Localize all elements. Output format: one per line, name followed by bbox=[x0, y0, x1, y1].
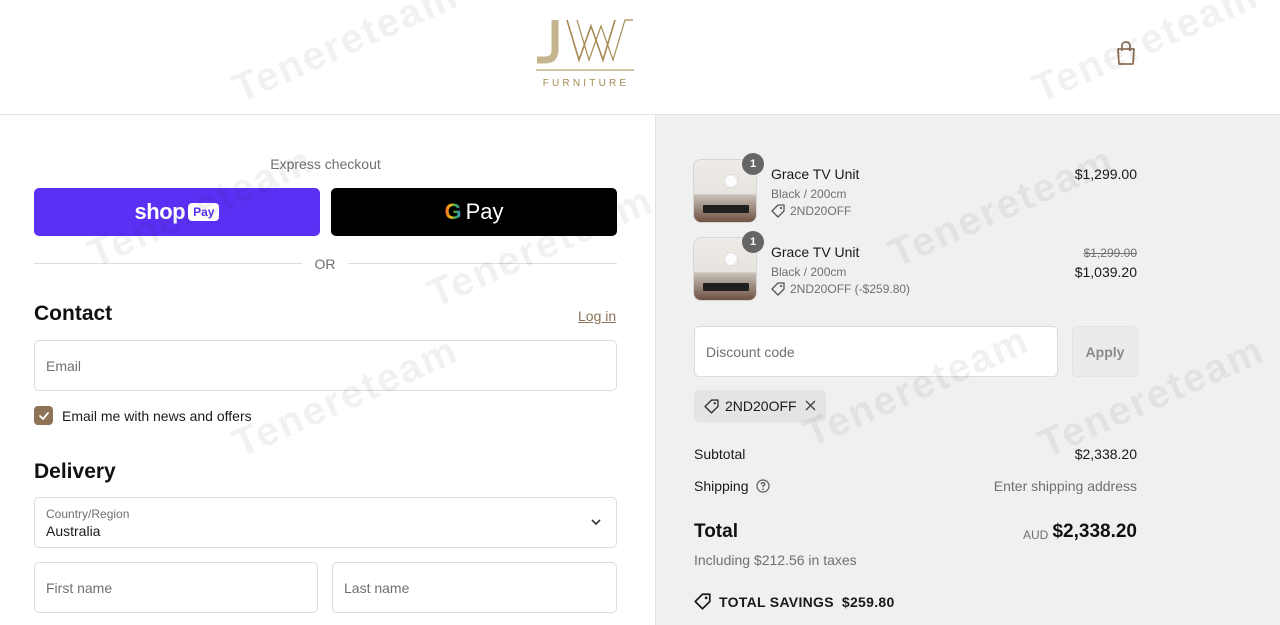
subtotal-value: $2,338.20 bbox=[1074, 446, 1137, 462]
subtotal-label: Subtotal bbox=[694, 446, 746, 462]
last-name-placeholder: Last name bbox=[344, 580, 410, 596]
item-original-price: $1,299.00 bbox=[1083, 246, 1137, 260]
express-checkout-label: Express checkout bbox=[270, 156, 381, 172]
email-field[interactable]: Email bbox=[34, 340, 617, 391]
google-pay-button[interactable]: G Pay bbox=[331, 188, 617, 236]
total-label: Total bbox=[694, 521, 738, 542]
country-select[interactable]: Country/Region Australia bbox=[34, 497, 617, 548]
logo-subtext: FURNITURE bbox=[542, 78, 630, 89]
shop-pay-button[interactable]: shop Pay bbox=[34, 188, 320, 236]
email-placeholder: Email bbox=[46, 358, 82, 374]
divider bbox=[34, 263, 302, 264]
total-savings: TOTAL SAVINGS $259.80 bbox=[694, 593, 895, 610]
country-label: Country/Region bbox=[46, 507, 130, 521]
item-price: $1,039.20 bbox=[1074, 264, 1137, 280]
shop-pay-wordmark: shop bbox=[134, 199, 186, 224]
tag-icon bbox=[694, 593, 711, 610]
newsletter-checkbox[interactable] bbox=[34, 406, 53, 425]
currency-code: AUD bbox=[1023, 528, 1049, 542]
apply-discount-button[interactable]: Apply bbox=[1072, 326, 1138, 377]
watermark: Tenereteam bbox=[1032, 327, 1271, 467]
tag-icon bbox=[704, 398, 719, 414]
shipping-label: Shipping bbox=[694, 478, 749, 494]
item-discount: 2ND20OFF bbox=[771, 204, 851, 218]
item-discount-code: 2ND20OFF bbox=[790, 204, 852, 218]
site-header: FURNITURE bbox=[0, 0, 1280, 115]
shipping-value: Enter shipping address bbox=[993, 478, 1137, 494]
or-separator: OR bbox=[314, 256, 336, 272]
tag-icon bbox=[771, 282, 785, 296]
taxes-note: Including $212.56 in taxes bbox=[694, 552, 857, 568]
chevron-down-icon bbox=[591, 519, 601, 526]
delivery-heading: Delivery bbox=[34, 460, 116, 483]
tag-icon bbox=[771, 204, 785, 218]
total-value: $2,338.20 bbox=[1052, 521, 1137, 542]
item-name: Grace TV Unit bbox=[771, 166, 860, 182]
google-pay-label: Pay bbox=[465, 199, 504, 224]
total-savings-label: TOTAL SAVINGS bbox=[719, 593, 834, 610]
total-savings-value: $259.80 bbox=[841, 593, 895, 610]
country-value: Australia bbox=[46, 523, 101, 539]
discount-code-input[interactable]: Discount code bbox=[694, 326, 1058, 377]
shipping-row: Shipping bbox=[694, 478, 770, 494]
order-summary: 1 Grace TV Unit Black / 200cm 2ND20OFF $… bbox=[655, 115, 1280, 625]
help-icon[interactable] bbox=[755, 479, 770, 493]
applied-discount-code: 2ND20OFF bbox=[725, 398, 797, 414]
item-price: $1,299.00 bbox=[1074, 166, 1137, 182]
first-name-placeholder: First name bbox=[46, 580, 113, 596]
last-name-field[interactable]: Last name bbox=[332, 562, 617, 613]
shopping-bag-icon[interactable] bbox=[1114, 40, 1138, 66]
item-discount-code: 2ND20OFF (-$259.80) bbox=[790, 282, 911, 296]
item-variant: Black / 200cm bbox=[771, 265, 847, 279]
quantity-badge: 1 bbox=[742, 231, 764, 253]
divider bbox=[348, 263, 617, 264]
item-discount: 2ND20OFF (-$259.80) bbox=[771, 282, 910, 296]
applied-discount-chip: 2ND20OFF bbox=[694, 390, 826, 422]
shop-pay-badge: Pay bbox=[188, 203, 220, 221]
google-g-icon: G bbox=[444, 199, 462, 224]
first-name-field[interactable]: First name bbox=[34, 562, 318, 613]
discount-code-placeholder: Discount code bbox=[706, 344, 795, 360]
item-name: Grace TV Unit bbox=[771, 244, 860, 260]
login-link[interactable]: Log in bbox=[578, 308, 616, 324]
checkout-form: Express checkout shop Pay G Pay OR Conta… bbox=[0, 115, 660, 625]
newsletter-label: Email me with news and offers bbox=[62, 408, 252, 424]
checkmark-icon bbox=[38, 411, 49, 420]
remove-discount-close-icon[interactable] bbox=[804, 399, 817, 412]
quantity-badge: 1 bbox=[742, 153, 764, 175]
item-variant: Black / 200cm bbox=[771, 187, 847, 201]
contact-heading: Contact bbox=[34, 302, 113, 325]
